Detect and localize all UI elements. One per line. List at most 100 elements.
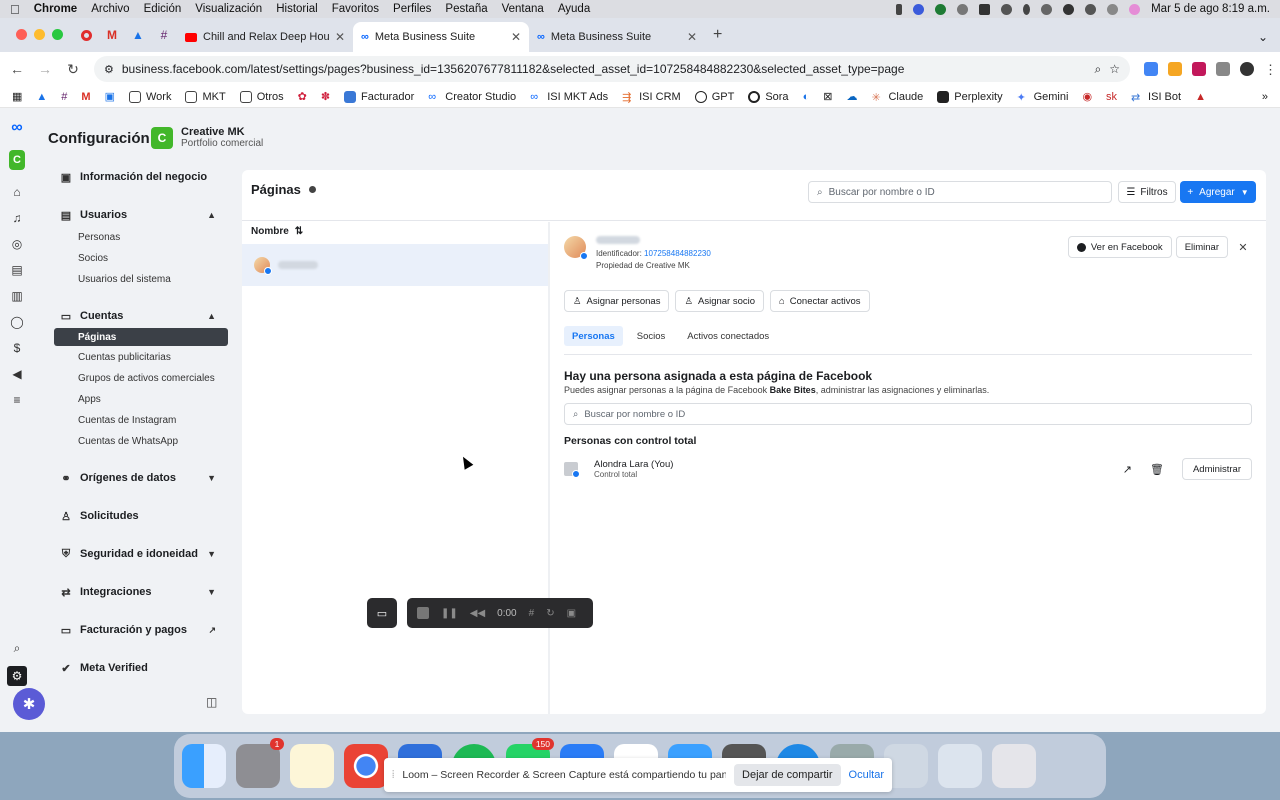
assign-people-button[interactable]: ♙ Asignar personas <box>564 290 670 312</box>
siri-icon[interactable] <box>1129 3 1141 15</box>
drag-handle-icon[interactable]: ⦙ <box>392 769 394 782</box>
search-icon[interactable]: ⌕ <box>9 640 25 656</box>
battery-icon[interactable] <box>979 3 991 15</box>
brand-icon[interactable]: ▲ <box>1195 91 1206 103</box>
sidebar-group-origenes[interactable]: ⚭ Orígenes de datos ▼ <box>54 467 228 489</box>
apps-grid-icon[interactable]: ▦ <box>12 90 22 103</box>
finder-icon[interactable] <box>182 744 226 788</box>
bookmark-work[interactable]: Work <box>129 90 171 103</box>
screen-icon[interactable] <box>1041 3 1053 15</box>
forward-icon[interactable]: → <box>38 61 52 77</box>
restart-icon[interactable]: ◀◀ <box>470 608 485 619</box>
sidebar-group-usuarios[interactable]: ▤ Usuarios ▲ <box>54 204 228 226</box>
hide-button[interactable]: Ocultar <box>849 769 884 781</box>
view-on-facebook-button[interactable]: Ver en Facebook <box>1067 236 1172 258</box>
add-button[interactable]: + Agregar ▼ <box>1180 181 1256 203</box>
sidebar-item-info[interactable]: ▣ Información del negocio <box>54 166 228 188</box>
tab-socios[interactable]: Socios <box>629 326 674 346</box>
sidebar-item-whatsapp[interactable]: Cuentas de WhatsApp <box>54 431 228 451</box>
settings-gear-icon[interactable]: ⚙ <box>7 666 27 686</box>
tab-youtube[interactable]: Chill and Relax Deep House S ✕ <box>177 22 353 52</box>
apple-icon[interactable]:  <box>10 2 20 17</box>
extension-icon[interactable] <box>1144 62 1158 76</box>
pinned-tab-3[interactable]: ▲ <box>125 22 151 48</box>
dollar-icon[interactable]: $ <box>9 340 25 356</box>
bell-icon[interactable]: ♫ <box>9 210 25 226</box>
extension-icon[interactable] <box>1168 62 1182 76</box>
bookmark-gemini[interactable]: ✦ Gemini <box>1017 91 1069 104</box>
sidebar-group-integraciones[interactable]: ⇄ Integraciones ▼ <box>54 581 228 603</box>
edge-icon[interactable]: ◐ <box>803 91 810 103</box>
trash-icon[interactable]: 🗑 <box>1150 463 1164 476</box>
pinned-tab-1[interactable] <box>73 22 99 48</box>
brand-icon[interactable]: sk <box>1106 91 1117 103</box>
control-center-icon[interactable] <box>1107 3 1119 15</box>
portfolio-switcher[interactable]: C Creative MK Portfolio comercial <box>151 126 263 149</box>
cloud-icon[interactable]: ☁ <box>846 90 857 103</box>
menu-visualizacion[interactable]: Visualización <box>195 3 262 15</box>
pause-icon[interactable]: ❚❚ <box>441 608 458 619</box>
menu-app[interactable]: Chrome <box>34 3 77 15</box>
slack-icon[interactable]: # <box>61 91 67 103</box>
bookmark-sora[interactable]: Sora <box>748 90 789 103</box>
sidebar-item-cuentas-publicitarias[interactable]: Cuentas publicitarias <box>54 347 228 367</box>
home-icon[interactable]: ⌂ <box>9 184 25 200</box>
search-icon[interactable] <box>1085 3 1097 15</box>
mic-icon[interactable] <box>896 3 903 15</box>
puzzle-icon[interactable] <box>1216 62 1230 76</box>
x-icon[interactable]: ⊠ <box>823 90 832 103</box>
close-icon[interactable]: ✕ <box>1232 236 1254 258</box>
chatgpt-icon[interactable] <box>935 3 947 15</box>
reload-icon[interactable]: ↻ <box>66 61 80 78</box>
info-icon[interactable] <box>308 186 316 193</box>
menu-perfiles[interactable]: Perfiles <box>393 3 431 15</box>
layers-icon[interactable] <box>957 3 969 15</box>
menu-pestana[interactable]: Pestaña <box>445 3 487 15</box>
redo-icon[interactable]: ↻ <box>546 608 554 619</box>
gmail-icon[interactable]: M <box>81 91 90 103</box>
zoom-icon[interactable] <box>913 3 925 15</box>
compass-icon[interactable]: ◎ <box>9 236 25 252</box>
close-tab-icon[interactable]: ✕ <box>511 30 521 44</box>
brand-icon[interactable]: ✽ <box>321 90 330 103</box>
back-icon[interactable]: ← <box>10 61 24 77</box>
bookmark-perplexity[interactable]: Perplexity <box>937 90 1003 103</box>
assign-partner-button[interactable]: ♙ Asignar socio <box>675 290 765 312</box>
insights-icon[interactable]: ▥ <box>9 288 25 304</box>
sidebar-item-personas[interactable]: Personas <box>54 227 228 247</box>
rail-portfolio[interactable]: C <box>9 150 25 170</box>
filters-button[interactable]: ☰ Filtros <box>1118 181 1176 203</box>
sidebar-group-cuentas[interactable]: ▭ Cuentas ▲ <box>54 305 228 327</box>
manage-button[interactable]: Administrar <box>1181 458 1252 480</box>
url-field[interactable]: ⚙ business.facebook.com/latest/settings/… <box>94 56 1130 82</box>
external-link-icon[interactable]: ↗ <box>1123 463 1132 476</box>
wifi-icon[interactable] <box>1063 3 1075 15</box>
trash-icon[interactable]: ▣ <box>567 608 576 619</box>
content-icon[interactable]: ▤ <box>9 262 25 278</box>
profile-avatar[interactable] <box>1240 62 1254 76</box>
pinned-tab-4[interactable]: # <box>151 22 177 48</box>
pages-search-input[interactable]: ⌕ Buscar por nombre o ID <box>808 181 1112 203</box>
tab-activos-conectados[interactable]: Activos conectados <box>679 326 777 346</box>
site-info-icon[interactable]: ⚙ <box>104 63 114 76</box>
bluetooth-icon[interactable] <box>1023 3 1031 15</box>
downloads-folder-icon[interactable] <box>938 744 982 788</box>
bookmark-otros[interactable]: Otros <box>239 90 284 103</box>
more-bookmarks-icon[interactable]: » <box>1262 91 1268 103</box>
sidebar-item-usuarios-sistema[interactable]: Usuarios del sistema <box>54 269 228 289</box>
brand-icon[interactable]: ✿ <box>298 90 307 103</box>
bookmark-gpt[interactable]: GPT <box>694 90 734 103</box>
menu-archivo[interactable]: Archivo <box>91 3 129 15</box>
grid-icon[interactable]: # <box>529 608 535 619</box>
tab-meta[interactable]: ∞ Meta Business Suite ✕ <box>529 22 705 52</box>
brand-icon[interactable]: ◉ <box>1082 90 1092 103</box>
sidebar-item-facturacion[interactable]: ▭ Facturación y pagos ↗ <box>54 619 228 641</box>
bookmark-creator-studio[interactable]: ∞ Creator Studio <box>428 91 516 103</box>
clock[interactable]: Mar 5 de ago 8:19 a.m. <box>1151 3 1270 15</box>
tab-search-chevron-icon[interactable]: ⌄ <box>1258 30 1268 44</box>
new-tab-button[interactable]: + <box>713 26 722 44</box>
extension-icon[interactable] <box>1192 62 1206 76</box>
assistant-fab-icon[interactable]: ✱ <box>13 688 45 720</box>
bookmark-facturador[interactable]: Facturador <box>344 90 414 103</box>
close-window-button[interactable] <box>16 29 27 40</box>
